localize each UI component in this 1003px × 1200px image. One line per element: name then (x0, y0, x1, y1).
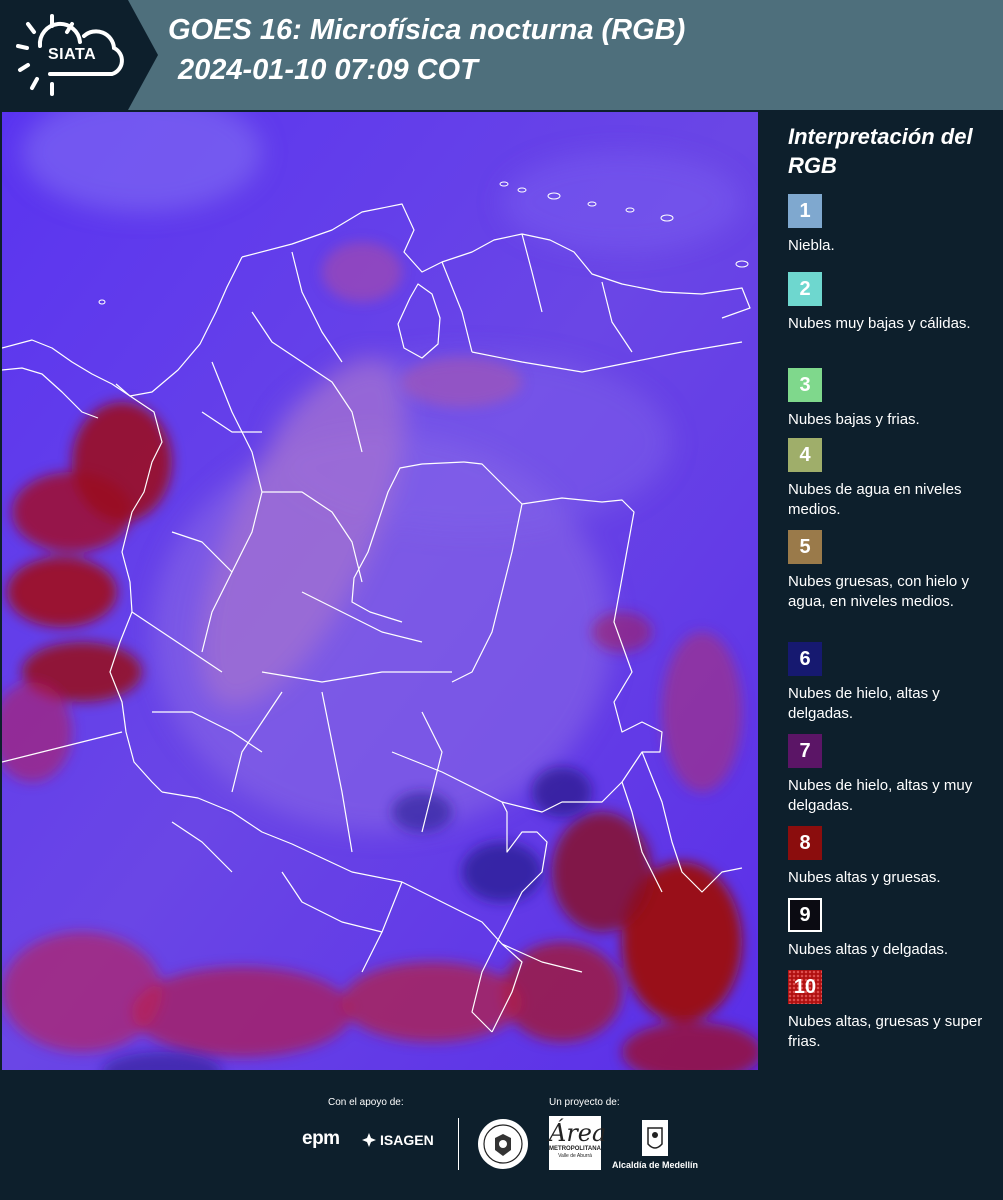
legend-label-3: Nubes bajas y frias. (788, 411, 920, 428)
legend-swatch-1: 1 (788, 194, 822, 228)
legend-number-9: 9 (799, 903, 811, 926)
legend-label-1: Niebla. (788, 237, 835, 254)
page-subtitle-datetime: 2024-01-10 07:09 COT (178, 54, 478, 86)
legend-number-1: 1 (799, 199, 811, 222)
footer-divider (458, 1118, 459, 1170)
area-logo-letter: Área (549, 1119, 607, 1147)
isagen-logo-text: ISAGEN (380, 1132, 434, 1148)
legend-item-2: 2 Nubes muy bajas y cálidas. (788, 272, 998, 334)
legend-swatch-2: 2 (788, 272, 822, 306)
legend-label-7: Nubes de hielo, altas y muy delgadas. (788, 777, 973, 814)
legend-swatch-6: 6 (788, 642, 822, 676)
epm-logo-text: epm (302, 1128, 340, 1149)
legend-item-8: 8 Nubes altas y gruesas. (788, 826, 998, 888)
area-logo-sub2: Valle de Aburrá (558, 1153, 592, 1159)
legend-number-6: 6 (799, 647, 811, 670)
siata-logo-text: SIATA (48, 46, 97, 63)
legend-label-2: Nubes muy bajas y cálidas. (788, 315, 971, 332)
legend-swatch-3: 3 (788, 368, 822, 402)
legend-swatch-8: 8 (788, 826, 822, 860)
legend-number-2: 2 (799, 277, 811, 300)
area-logo-sub1: METROPOLITANA (549, 1146, 601, 1152)
project-caption: Un proyecto de: (549, 1097, 620, 1108)
isagen-star-icon (362, 1133, 376, 1147)
legend-number-4: 4 (799, 443, 811, 466)
legend-label-8: Nubes altas y gruesas. (788, 869, 941, 886)
legend-number-3: 3 (799, 373, 811, 396)
legend-title: Interpretación del RGB (788, 124, 973, 178)
legend-panel: Interpretación del RGB 1 Niebla. 2 Nubes… (760, 112, 1003, 1070)
legend-swatch-5: 5 (788, 530, 822, 564)
siata-logo: SIATA (0, 0, 158, 110)
legend-swatch-9: 9 (788, 898, 822, 932)
university-seal-icon (478, 1119, 528, 1169)
alcaldia-label: Alcaldía de Medellín (612, 1160, 699, 1170)
legend-item-4: 4 Nubes de agua en niveles medios. (788, 438, 998, 520)
legend-label-4: Nubes de agua en niveles medios. (788, 481, 962, 518)
legend-item-3: 3 Nubes bajas y frias. (788, 368, 998, 430)
legend-swatch-10: 10 (788, 970, 822, 1004)
legend-item-5: 5 Nubes gruesas, con hielo y agua, en ni… (788, 530, 998, 612)
legend-swatch-7: 7 (788, 734, 822, 768)
header-bar: SIATA GOES 16: Microfísica nocturna (RGB… (0, 0, 1003, 110)
satellite-map (2, 112, 758, 1070)
legend-item-6: 6 Nubes de hielo, altas y delgadas. (788, 642, 998, 724)
isagen-logo: ISAGEN (361, 1132, 434, 1148)
legend-number-8: 8 (799, 831, 811, 854)
legend-swatch-4: 4 (788, 438, 822, 472)
legend-item-9: 9 Nubes altas y delgadas. (788, 898, 998, 960)
legend-number-10: 10 (793, 975, 817, 998)
area-metropolitana-logo: Área METROPOLITANA Valle de Aburrá (549, 1116, 607, 1170)
legend-label-9: Nubes altas y delgadas. (788, 941, 949, 958)
alcaldia-shield-icon (642, 1120, 668, 1156)
legend-label-10: Nubes altas, gruesas y super frias. (788, 1013, 983, 1050)
legend-number-7: 7 (799, 739, 811, 762)
epm-logo: epm (302, 1128, 340, 1150)
legend-label-6: Nubes de hielo, altas y delgadas. (788, 685, 940, 722)
legend-label-5: Nubes gruesas, con hielo y agua, en nive… (788, 573, 969, 610)
legend-number-5: 5 (799, 535, 811, 558)
legend-item-7: 7 Nubes de hielo, altas y muy delgadas. (788, 734, 998, 816)
legend-item-10: 10 Nubes altas, gruesas y super frias. (788, 970, 998, 1052)
page-title: GOES 16: Microfísica nocturna (RGB) (168, 14, 686, 46)
legend-item-1: 1 Niebla. (788, 194, 998, 256)
support-caption: Con el apoyo de: (328, 1097, 404, 1108)
